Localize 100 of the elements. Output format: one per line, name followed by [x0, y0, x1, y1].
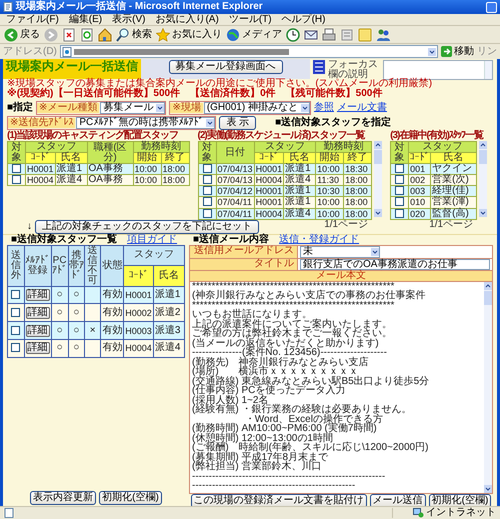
menu-item[interactable]: お気に入り(A): [155, 14, 219, 24]
messenger-button[interactable]: [376, 28, 390, 42]
section-heading: ■送信対象スタッフを指定: [275, 118, 392, 128]
form-button[interactable]: 表示内容更新: [30, 491, 96, 505]
checkbox[interactable]: [11, 290, 20, 299]
detail-button[interactable]: 詳細: [26, 306, 50, 319]
dropdown-arrow-icon[interactable]: [300, 104, 309, 112]
guide-link[interactable]: 項目ガイド: [127, 234, 178, 245]
column-header: 氏名: [153, 266, 184, 286]
stop-button[interactable]: [62, 28, 76, 42]
table-cell: ヤクイン: [430, 164, 477, 175]
table-cell: 派遣1: [284, 196, 316, 208]
checkbox[interactable]: [202, 164, 212, 173]
guide-link[interactable]: 送信・登録ガイド: [279, 234, 360, 245]
mail-body-line: 上記の派遣案件についてご案内いたします。: [192, 320, 393, 330]
checkbox[interactable]: [202, 186, 212, 196]
register-screen-button[interactable]: 募集メール登録画面へ: [168, 60, 282, 74]
detail-button[interactable]: 詳細: [26, 324, 50, 337]
mail-body-line: (ご報酬) 時給制(年齢、スキルに応じ\1200~2000円): [192, 443, 430, 453]
checkbox[interactable]: [395, 175, 404, 184]
favorites-button[interactable]: お気に入り: [156, 28, 222, 42]
mail-body-field[interactable]: [190, 282, 492, 493]
checkbox[interactable]: [11, 308, 20, 317]
display-button[interactable]: 表 示: [219, 116, 256, 130]
table-cell: 監督(高): [430, 208, 477, 220]
form-button[interactable]: この現場の登録済メール文書を貼付け: [190, 494, 367, 506]
info-icon: [313, 60, 325, 74]
dropdown-arrow-icon[interactable]: [371, 248, 379, 256]
mail-body-line: (仕事内容) PCを使ったデータ入力: [192, 386, 346, 396]
search-button[interactable]: 検索: [116, 28, 152, 42]
scrollbar[interactable]: [484, 282, 492, 493]
column-header: PCｱﾄﾞ: [51, 245, 68, 286]
mail-body-line: (交通路線) 東急線みなとみらい駅B5出口より徒歩5分: [192, 376, 430, 386]
stop-page-icon: [62, 28, 76, 42]
checkbox[interactable]: [12, 164, 21, 173]
window-title: 現場案内メール一括送信 - Microsoft Internet Explorer: [16, 2, 264, 12]
detail-button[interactable]: 詳細: [26, 342, 50, 354]
column-header: 対象: [390, 142, 409, 164]
table-cell: H0002: [124, 304, 154, 322]
history-button[interactable]: [286, 28, 300, 42]
table-cell: 有効: [100, 339, 124, 358]
menu-item[interactable]: 編集(E): [68, 14, 102, 24]
go-button[interactable]: 移動: [441, 46, 474, 57]
page-icon: [62, 46, 72, 56]
mail-body-line: ----------------------------------------------------------: [192, 472, 386, 482]
scrollbar[interactable]: [374, 141, 382, 217]
print-button[interactable]: [322, 28, 336, 42]
notice-text: ※(現契約)【一日送信可能件数】500件 【送信済件数】0件 【残可能件数】500件: [6, 89, 384, 99]
people-icon: [376, 28, 390, 42]
checkbox[interactable]: [202, 197, 212, 206]
menu-item[interactable]: ヘルプ(H): [282, 14, 326, 24]
column-header: 職種(区分): [87, 142, 134, 164]
dropdown-field[interactable]: (GH001) 神掛みなと: [204, 102, 310, 114]
media-button[interactable]: メディア: [226, 28, 282, 42]
dropdown-arrow-icon[interactable]: [206, 119, 214, 127]
link[interactable]: 参照: [314, 103, 334, 113]
menu-item[interactable]: ツール(T): [228, 14, 272, 24]
menu-item[interactable]: ファイル(F): [6, 14, 59, 24]
field-label: ※現場: [170, 103, 203, 113]
field-label: ※送信先ｱﾄﾞﾚｽ: [8, 118, 76, 128]
address-label: アドレス(D): [3, 46, 57, 56]
address-field[interactable]: [60, 45, 438, 58]
focus-label: フォーカス欄の説明: [328, 60, 378, 80]
dropdown-arrow-icon[interactable]: [156, 104, 164, 112]
column-header: 日付: [216, 142, 254, 164]
column-header: ｺｰﾄﾞ: [124, 266, 154, 286]
table-cell: 派遣1: [153, 286, 184, 304]
table-cell: 派遣4: [55, 174, 88, 186]
dropdown-arrow-icon[interactable]: [428, 48, 436, 56]
table-cell: 営業(渾): [430, 196, 477, 208]
checkbox[interactable]: [12, 175, 21, 184]
minimize-button[interactable]: [486, 2, 497, 12]
checkbox[interactable]: [395, 164, 404, 173]
page-indicator: 1/1ページ: [324, 220, 368, 230]
back-button[interactable]: 戻る: [4, 28, 40, 42]
detail-button[interactable]: 詳細: [26, 289, 50, 302]
checkbox[interactable]: [11, 343, 20, 352]
form-button[interactable]: 初期化(空欄): [428, 494, 492, 506]
list-title: (1)当該現場のキャスティング配置スタッフ: [7, 131, 178, 141]
checkbox[interactable]: [11, 326, 20, 334]
title-input[interactable]: 銀行支店でのOA事務派遣のお仕事: [300, 258, 490, 270]
link[interactable]: メール文書: [336, 103, 387, 113]
home-button[interactable]: [98, 28, 112, 42]
search-icon: [116, 28, 130, 42]
field-label: ※メール種類: [37, 103, 100, 113]
scrollbar[interactable]: [479, 141, 488, 217]
table-cell: 派遣4: [284, 174, 316, 186]
menu-item[interactable]: 表示(V): [112, 14, 146, 24]
down-arrow: ↓: [27, 222, 32, 232]
checkbox[interactable]: [395, 197, 404, 206]
set-staff-button[interactable]: 上記の対象チェックのスタッフを下記にセット: [35, 220, 259, 234]
mail-button[interactable]: [304, 28, 318, 42]
dropdown-field[interactable]: PCﾒﾙｱﾄﾞ無の時は携帯ﾒﾙｱﾄﾞ: [76, 117, 216, 129]
sender-address-dropdown[interactable]: 未: [300, 246, 380, 258]
dropdown-field[interactable]: 募集メール: [100, 102, 166, 114]
checkbox[interactable]: [202, 175, 212, 184]
column-header: 終了: [344, 152, 372, 164]
form-button[interactable]: 初期化(空欄): [99, 491, 162, 505]
checkbox[interactable]: [395, 186, 404, 196]
form-button[interactable]: メール送信: [370, 494, 426, 506]
